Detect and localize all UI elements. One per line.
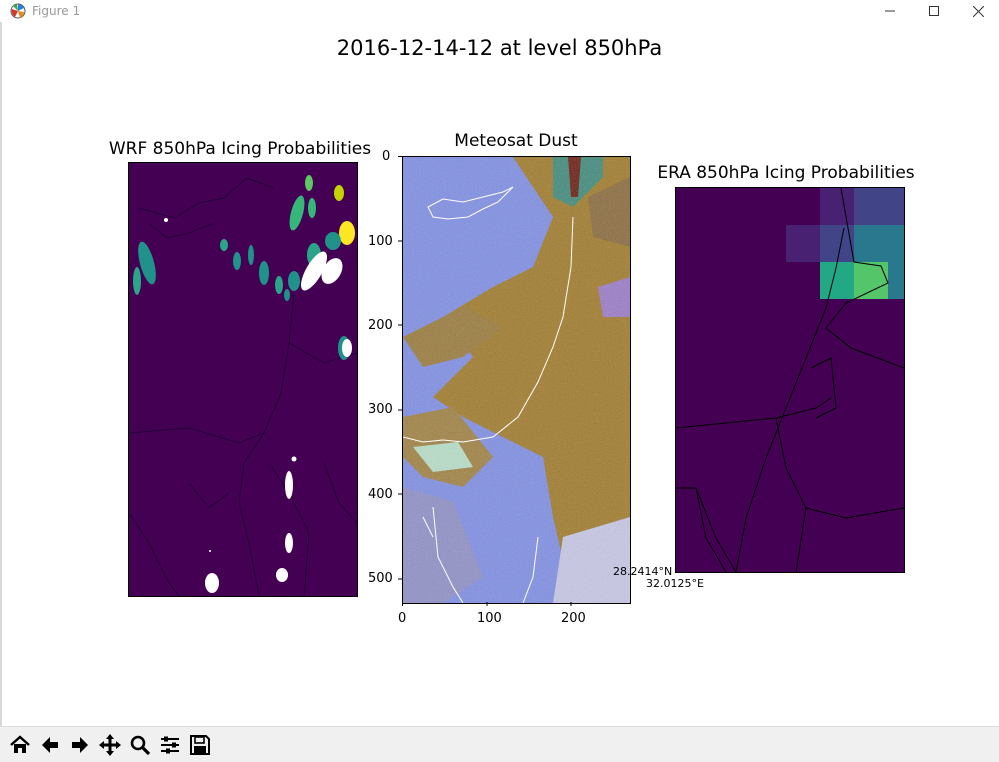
era-panel-title: ERA 850hPa Icing Probabilities: [657, 163, 915, 183]
minimize-icon: [885, 10, 895, 12]
maximize-button[interactable]: [911, 0, 957, 22]
wrf-panel-title: WRF 850hPa Icing Probabilities: [108, 139, 372, 159]
meteosat-panel-title: Meteosat Dust: [454, 131, 578, 151]
forward-arrow-icon: [72, 737, 88, 753]
meteosat-dust-graphic: [403, 157, 630, 603]
matplotlib-app-icon: [10, 3, 26, 19]
configure-subplots-button[interactable]: [156, 731, 184, 759]
window-title: Figure 1: [32, 4, 81, 18]
home-icon: [10, 735, 30, 753]
zoom-button[interactable]: [126, 731, 154, 759]
forward-button[interactable]: [66, 731, 94, 759]
zoom-icon: [130, 735, 151, 756]
y-tick-label: 300: [368, 402, 393, 417]
save-button[interactable]: [186, 731, 214, 759]
configure-subplots-icon: [161, 736, 179, 754]
longitude-readout: 32.0125°E: [646, 577, 704, 590]
y-tick-label: 200: [368, 318, 393, 333]
save-icon: [190, 735, 210, 755]
x-tick-label: 100: [477, 611, 502, 626]
back-arrow-icon: [42, 737, 58, 753]
wrf-icing-map[interactable]: [128, 162, 358, 597]
era-map-graphic: [676, 188, 904, 572]
era-icing-map[interactable]: [675, 187, 905, 573]
minimize-button[interactable]: [867, 0, 913, 22]
x-tick-marks: [402, 602, 572, 606]
back-button[interactable]: [36, 731, 64, 759]
close-icon: [972, 5, 984, 17]
maximize-icon: [929, 6, 939, 16]
home-button[interactable]: [6, 731, 34, 759]
meteosat-dust-image[interactable]: [402, 156, 631, 604]
figure-suptitle: 2016-12-14-12 at level 850hPa: [336, 36, 663, 60]
x-tick-label: 200: [561, 611, 586, 626]
close-button[interactable]: [955, 0, 999, 22]
pan-button[interactable]: [96, 731, 124, 759]
navigation-toolbar: [0, 726, 999, 762]
y-tick-marks: [398, 156, 402, 580]
y-tick-label: 0: [382, 149, 391, 164]
y-tick-label: 500: [368, 571, 393, 586]
wrf-map-graphic: [129, 163, 357, 596]
pan-icon: [99, 734, 121, 756]
window-titlebar: Figure 1: [0, 0, 999, 22]
y-tick-label: 400: [368, 487, 393, 502]
y-tick-label: 100: [368, 234, 393, 249]
x-tick-label: 0: [398, 611, 407, 626]
